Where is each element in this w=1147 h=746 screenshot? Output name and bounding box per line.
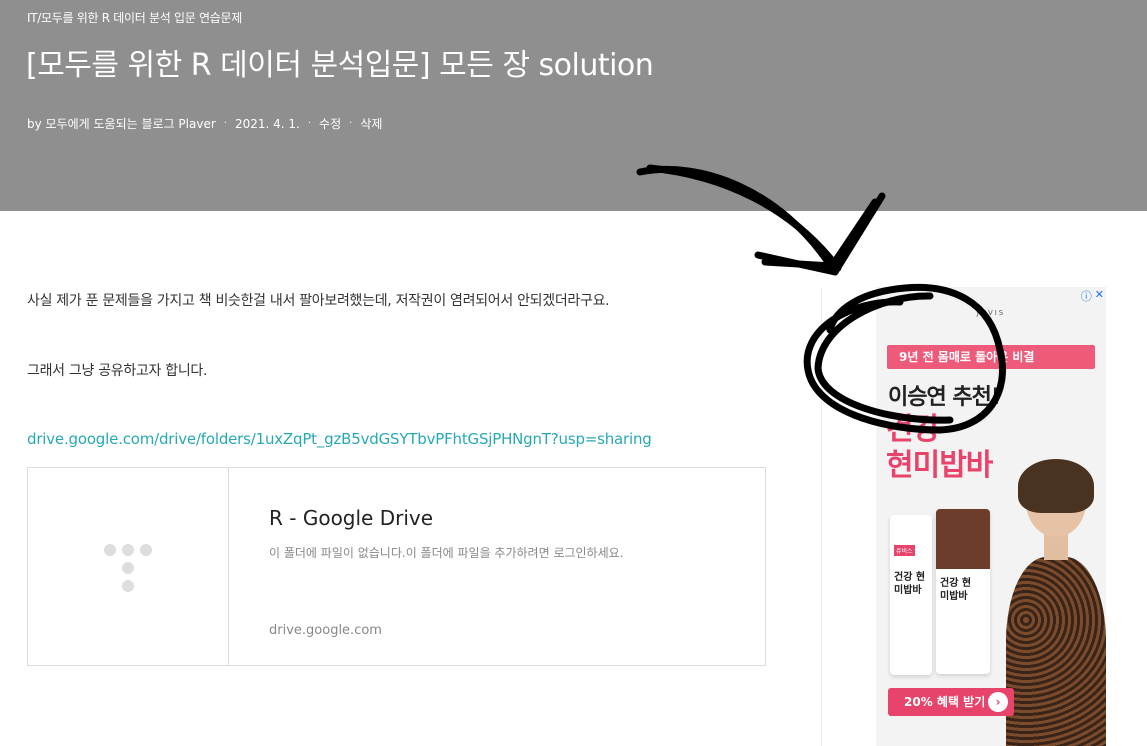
ad-info-icon[interactable]: ⓘ — [1081, 288, 1092, 304]
post-header: IT/모두를 위한 R 데이터 분석 입문 연습문제 [모두를 위한 R 데이터… — [0, 0, 1147, 211]
ad-cta-button[interactable]: 20% 혜택 받기 › — [888, 688, 1014, 716]
sidebar-ad[interactable]: ⓘ ✕ JUVIS 9년 전 몸매로 돌아온 비결 이승연 추천! 건강 현미밥… — [876, 287, 1106, 746]
post-meta: by 모두에게 도움되는 블로그 Plaver · 2021. 4. 1. · … — [27, 115, 382, 132]
card-host: drive.google.com — [269, 623, 382, 638]
author-label: by 모두에게 도움되는 블로그 Plaver — [27, 117, 216, 131]
sidebar-divider — [821, 288, 822, 746]
category-link[interactable]: IT/모두를 위한 R 데이터 분석 입문 연습문제 — [27, 9, 242, 26]
chevron-right-icon: › — [988, 692, 1008, 712]
product-package: 쥬비스 건강 현미밥바 — [890, 515, 932, 675]
post-date: 2021. 4. 1. — [234, 116, 300, 131]
edit-link[interactable]: 수정 — [319, 115, 341, 132]
ad-pill: 9년 전 몸매로 돌아온 비결 — [887, 345, 1095, 369]
bag-photo — [936, 509, 990, 569]
arrow-head — [761, 198, 879, 270]
ad-brand-logo: JUVIS — [976, 309, 1006, 317]
meta-separator: · — [307, 118, 312, 129]
drive-thumbnail — [28, 468, 229, 665]
link-preview-card[interactable]: R - Google Drive 이 폴더에 파일이 없습니다.이 폴더에 파일… — [27, 467, 766, 666]
meta-separator: · — [223, 118, 227, 129]
product-package: 건강 현미밥바 — [936, 509, 990, 674]
delete-link[interactable]: 삭제 — [360, 115, 382, 132]
ad-headline: 이승연 추천! — [888, 385, 1001, 410]
ad-product-line: 건강 — [886, 412, 940, 447]
card-title: R - Google Drive — [269, 506, 434, 530]
bag-tag: 쥬비스 — [894, 545, 915, 556]
drive-logo-icon — [140, 544, 152, 556]
drive-logo-icon — [104, 544, 116, 556]
paragraph: 사실 제가 푼 문제들을 가지고 책 비슷한걸 내서 팔아보려했는데, 저작권이… — [27, 293, 610, 309]
ad-product-line: 현미밥바 — [886, 448, 993, 483]
ad-controls: ⓘ ✕ — [1081, 288, 1104, 304]
bag-label: 건강 현미밥바 — [940, 578, 972, 602]
drive-logo-icon — [122, 580, 134, 592]
drive-logo-icon — [122, 562, 134, 574]
google-drive-link[interactable]: drive.google.com/drive/folders/1uxZqPt_g… — [27, 430, 652, 448]
bag-label: 건강 현미밥바 — [894, 572, 926, 596]
meta-separator: · — [349, 118, 353, 129]
card-description: 이 폴더에 파일이 없습니다.이 폴더에 파일을 추가하려면 로그인하세요. — [269, 546, 624, 560]
page-title: [모두를 위한 R 데이터 분석입문] 모든 장 solution — [26, 48, 654, 83]
ad-product-name: 건강 현미밥바 — [886, 412, 993, 484]
drive-logo-icon — [122, 544, 134, 556]
ad-close-icon[interactable]: ✕ — [1095, 288, 1104, 304]
paragraph: 그래서 그냥 공유하고자 합니다. — [27, 363, 208, 379]
ad-cta-label: 20% 혜택 받기 — [904, 695, 986, 709]
